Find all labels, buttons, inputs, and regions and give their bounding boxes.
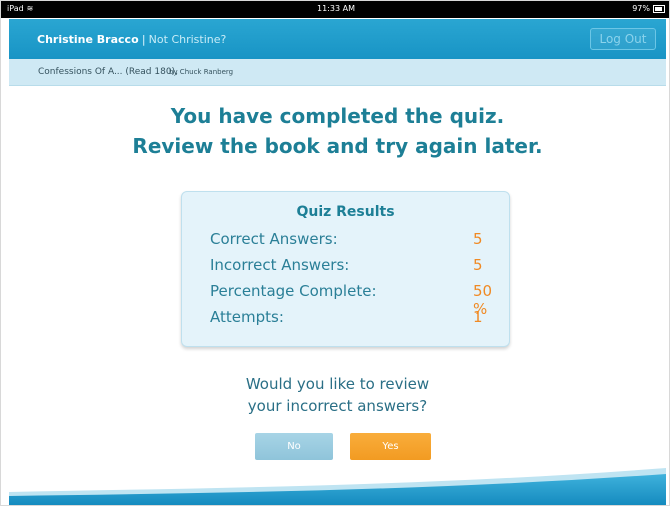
not-user-link[interactable]: Not Christine? — [149, 33, 227, 46]
user-info: Christine Bracco | Not Christine? — [37, 33, 226, 46]
book-author: by Chuck Ranberg — [169, 68, 234, 76]
breadcrumb: Confessions Of A... (Read 180), by Chuck… — [9, 59, 666, 86]
status-time: 11:33 AM — [317, 4, 355, 13]
logout-button[interactable]: Log Out — [590, 28, 656, 50]
book-title: Confessions Of A... (Read 180), — [38, 67, 178, 77]
result-row-correct: Correct Answers: 5 — [210, 230, 510, 250]
completion-line-1: You have completed the quiz. — [170, 104, 505, 128]
result-label: Percentage Complete: — [210, 282, 377, 300]
review-question: Would you like to review your incorrect … — [9, 373, 666, 417]
result-value: 5 — [473, 230, 483, 248]
app-header: Christine Bracco | Not Christine? Log Out — [9, 19, 666, 59]
quiz-results-title: Quiz Results — [296, 204, 395, 220]
review-question-line-1: Would you like to review — [245, 375, 430, 393]
result-label: Correct Answers: — [210, 230, 338, 248]
battery-indicator: 97% — [632, 4, 665, 13]
result-label: Incorrect Answers: — [210, 256, 350, 274]
result-row-percentage: Percentage Complete: 50 % — [210, 282, 510, 318]
user-name: Christine Bracco — [37, 33, 139, 46]
review-question-line-2: your incorrect answers? — [247, 397, 428, 415]
no-button[interactable]: No — [255, 433, 333, 460]
result-row-attempts: Attempts: 1 — [210, 308, 510, 328]
completion-message: You have completed the quiz. Review the … — [9, 101, 666, 161]
result-value: 1 — [473, 308, 483, 326]
app-frame: iPad ≋ 11:33 AM 97% Christine Bracco | Not … — [0, 0, 670, 506]
status-bar: iPad ≋ 11:33 AM 97% — [1, 1, 669, 18]
result-row-incorrect: Incorrect Answers: 5 — [210, 256, 510, 276]
battery-icon — [653, 4, 665, 13]
result-label: Attempts: — [210, 308, 284, 326]
decorative-wave — [9, 468, 666, 505]
completion-line-2: Review the book and try again later. — [132, 134, 543, 158]
separator: | — [141, 33, 146, 46]
battery-percent: 97% — [632, 4, 650, 13]
result-value: 5 — [473, 256, 483, 274]
yes-button[interactable]: Yes — [350, 433, 431, 460]
quiz-results-panel: Quiz Results Correct Answers: 5 Incorrec… — [181, 191, 510, 347]
